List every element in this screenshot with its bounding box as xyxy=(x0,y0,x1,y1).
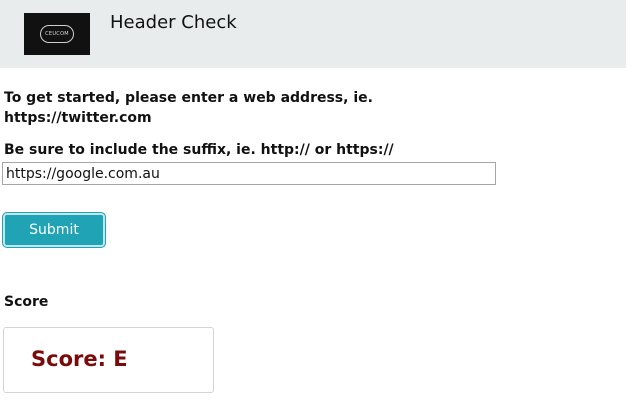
submit-button[interactable]: Submit xyxy=(3,213,105,247)
logo-text: CEUCOM xyxy=(45,31,69,37)
intro-instructions: To get started, please enter a web addre… xyxy=(4,90,373,126)
logo: CEUCOM xyxy=(24,13,90,55)
logo-badge: CEUCOM xyxy=(40,25,74,43)
suffix-instructions: Be sure to include the suffix, ie. http:… xyxy=(4,142,394,158)
score-heading: Score xyxy=(4,294,49,310)
url-input[interactable] xyxy=(2,162,496,185)
app-header: CEUCOM Header Check xyxy=(0,0,626,68)
app-title: Header Check xyxy=(110,12,237,33)
score-value: Score: E xyxy=(31,347,128,371)
score-card: Score: E xyxy=(3,327,214,393)
